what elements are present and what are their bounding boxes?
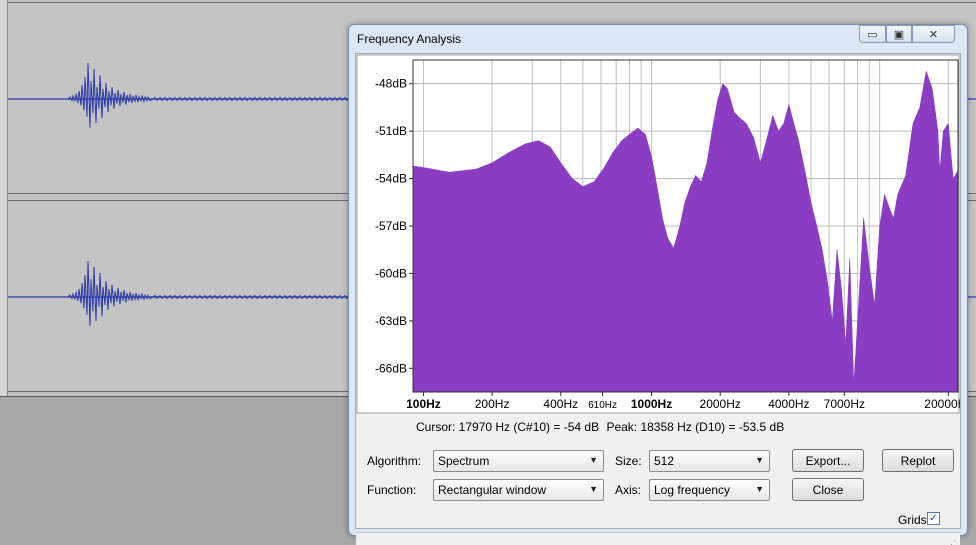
y-tick-label: -66dB — [375, 361, 407, 375]
function-value: Rectangular window — [438, 483, 547, 497]
spectrum-plot-panel[interactable]: -48dB -51dB -54dB -57dB -60dB -63dB -66dB 100Hz… — [356, 54, 960, 414]
spectrum-chart[interactable]: -48dB -51dB -54dB -57dB -60dB -63dB -66dB 100Hz… — [356, 54, 960, 414]
title-bar[interactable]: Frequency Analysis ▭ ▣ ✕ — [349, 25, 967, 53]
dialog-client-area: -48dB -51dB -54dB -57dB -60dB -63dB -66dB 100Hz… — [355, 53, 961, 545]
peak-value: Peak: 18358 Hz (D10) = -53.5 dB — [606, 420, 785, 434]
x-tick-label: 200Hz — [475, 397, 510, 411]
x-tick-label: 7000Hz — [824, 397, 865, 411]
minimize-button[interactable]: ▭ — [859, 25, 886, 43]
cursor-readout: Cursor: 17970 Hz (C#10) = -54 dB Peak: 1… — [416, 420, 788, 434]
vertical-ruler — [0, 0, 8, 396]
restore-icon: ▣ — [893, 28, 905, 41]
replot-button-label: Replot — [900, 453, 936, 468]
export-button-label: Export... — [805, 453, 851, 468]
function-select[interactable]: Rectangular window ▼ — [433, 479, 604, 501]
x-tick-label: 400Hz — [543, 397, 578, 411]
y-tick-label: -63dB — [375, 314, 407, 328]
dialog-title: Frequency Analysis — [357, 32, 462, 46]
waveform-path — [67, 62, 353, 128]
y-tick-label: -48dB — [375, 77, 407, 91]
chevron-down-icon: ▼ — [755, 484, 764, 494]
export-button[interactable]: Export... — [792, 449, 864, 472]
chevron-down-icon: ▼ — [589, 455, 598, 465]
algorithm-select[interactable]: Spectrum ▼ — [433, 450, 604, 472]
axis-label: Axis: — [615, 483, 642, 497]
minimize-icon: ▭ — [867, 28, 878, 41]
size-select[interactable]: 512 ▼ — [649, 450, 770, 472]
grids-label: Grids — [898, 513, 927, 527]
y-tick-label: -60dB — [375, 266, 407, 280]
close-button-label: Close — [812, 482, 844, 497]
y-tick-label: -54dB — [375, 172, 407, 186]
cursor-value: Cursor: 17970 Hz (C#10) = -54 dB — [416, 420, 600, 434]
replot-button[interactable]: Replot — [882, 449, 954, 472]
frequency-analysis-dialog: Frequency Analysis ▭ ▣ ✕ -48dB -51dB -54dB… — [348, 24, 968, 545]
restore-button[interactable]: ▣ — [886, 25, 912, 43]
x-tick-label: 1000Hz — [631, 397, 672, 411]
function-label: Function: — [367, 483, 417, 497]
close-icon: ✕ — [928, 28, 939, 41]
y-tick-label: -51dB — [375, 124, 407, 138]
x-tick-label: 610Hz — [588, 400, 617, 411]
waveform-path — [67, 260, 353, 326]
chevron-down-icon: ▼ — [589, 484, 598, 494]
status-bar: ⋰ — [356, 532, 960, 545]
size-value: 512 — [654, 454, 675, 468]
close-button[interactable]: Close — [792, 478, 864, 501]
algorithm-label: Algorithm: — [367, 454, 422, 468]
close-window-button[interactable]: ✕ — [912, 25, 955, 43]
chevron-down-icon: ▼ — [755, 455, 764, 465]
size-label: Size: — [615, 454, 642, 468]
x-tick-label: 2000Hz — [700, 397, 741, 411]
resize-grip-icon[interactable]: ⋰ — [947, 539, 956, 545]
x-tick-label: 100Hz — [406, 397, 441, 411]
axis-select[interactable]: Log frequency ▼ — [649, 479, 770, 501]
y-tick-label: -57dB — [375, 219, 407, 233]
grids-checkbox[interactable]: ✓ — [927, 512, 940, 525]
x-tick-label: 4000Hz — [768, 397, 809, 411]
x-tick-label: 20000Hz — [924, 397, 960, 411]
algorithm-value: Spectrum — [438, 454, 490, 468]
axis-value: Log frequency — [654, 483, 731, 497]
